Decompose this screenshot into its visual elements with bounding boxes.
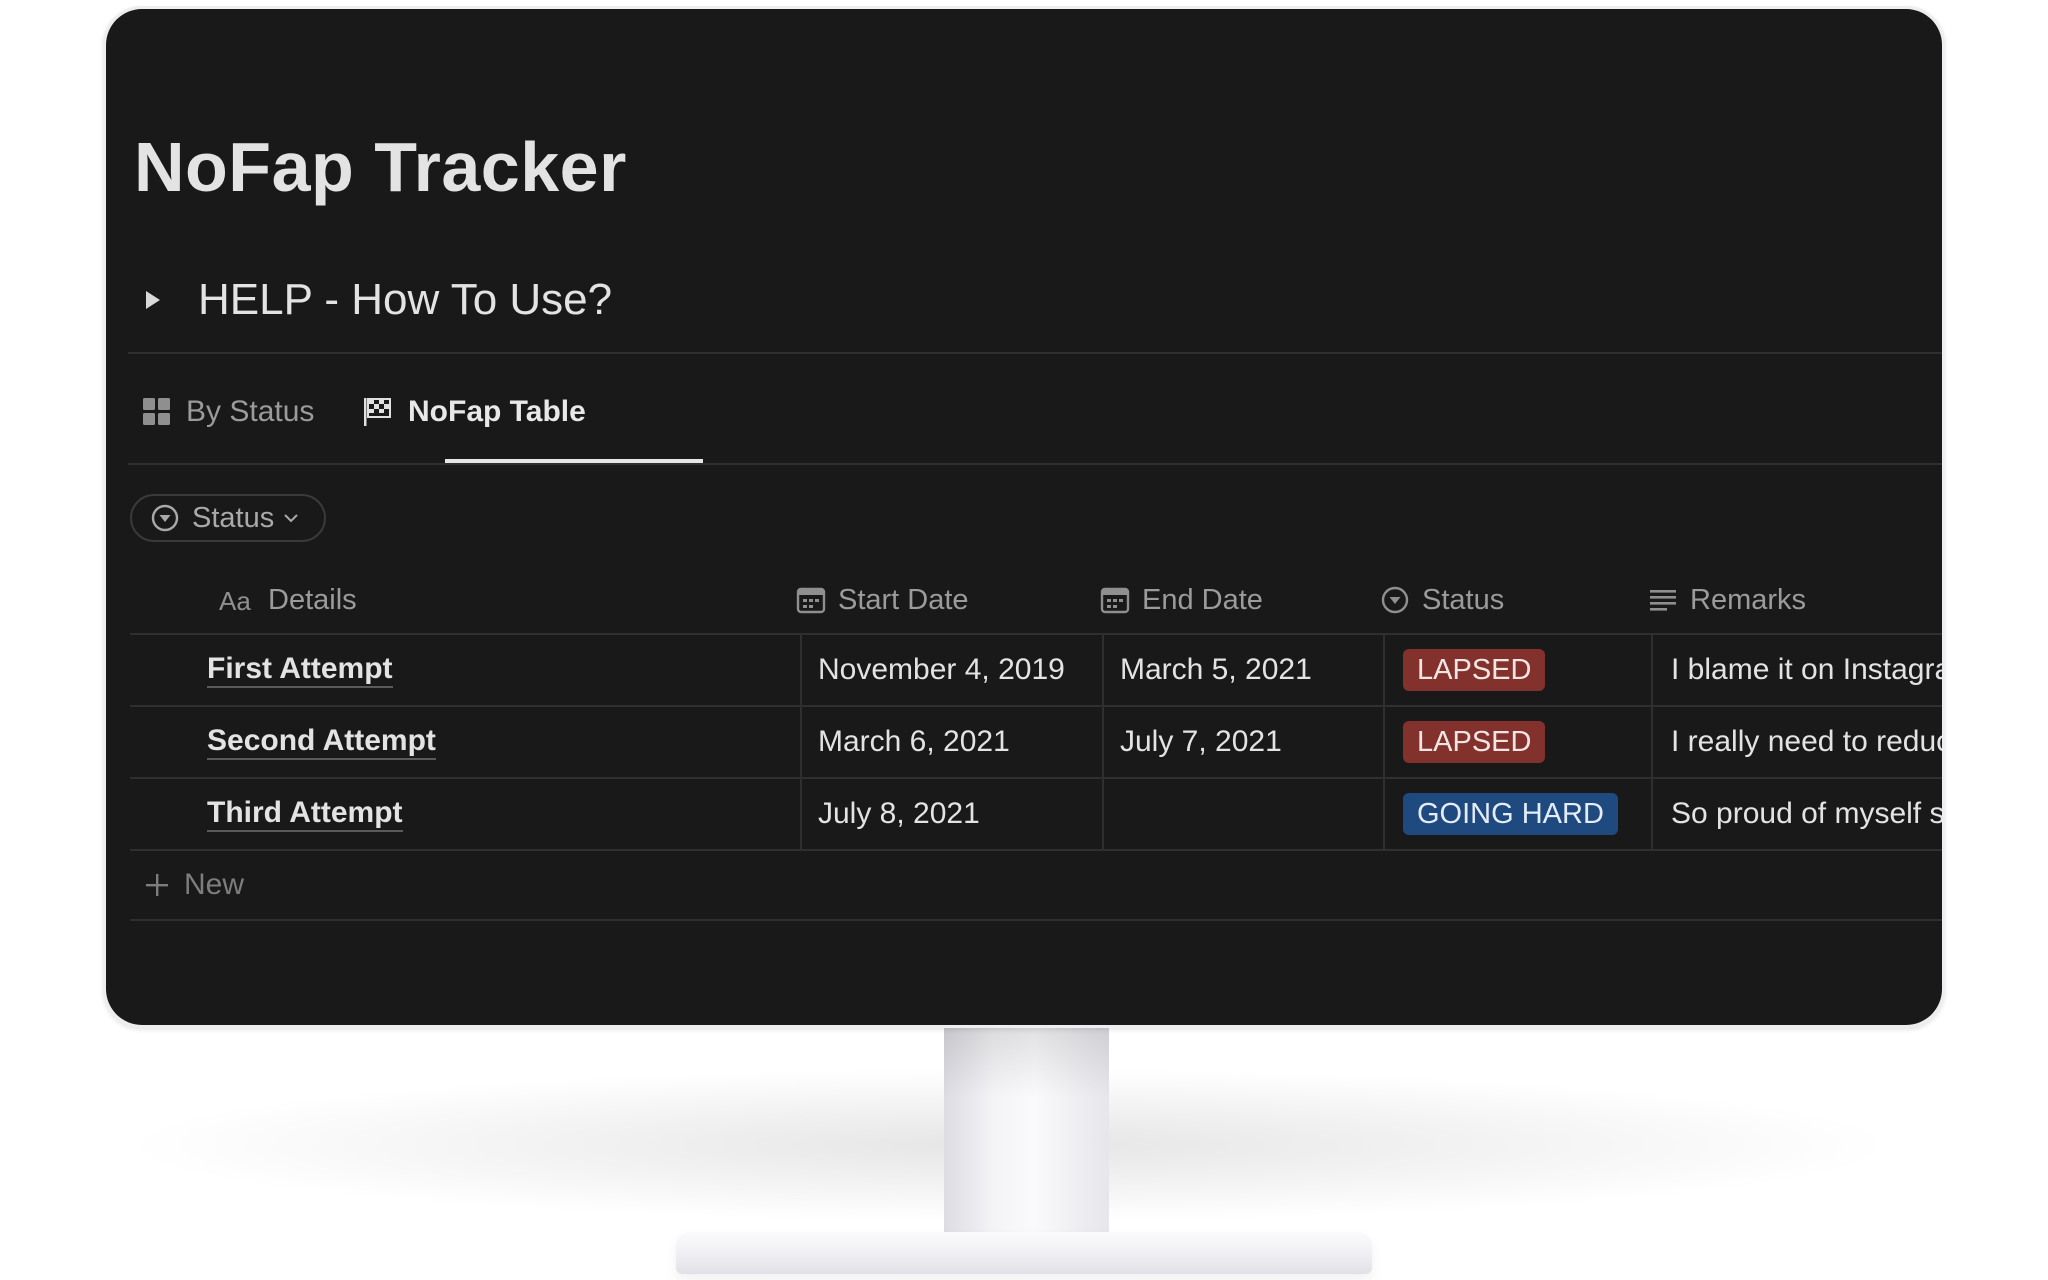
tab-nofap-table[interactable]: NoFap Table	[362, 395, 586, 429]
status-circle-icon	[150, 503, 180, 533]
table-header: Aa Details Start Date End Date Status Re…	[130, 567, 1942, 635]
monitor-stand-shade	[944, 1028, 1109, 1098]
column-header-end-date[interactable]: End Date	[1100, 567, 1263, 633]
cell-end-date[interactable]: July 7, 2021	[1102, 707, 1383, 777]
chevron-down-icon	[282, 512, 300, 524]
column-header-status[interactable]: Status	[1380, 567, 1504, 633]
cell-details[interactable]: Second Attempt	[130, 707, 800, 777]
column-header-label: End Date	[1142, 583, 1263, 616]
table-row[interactable]: Second Attempt March 6, 2021 July 7, 202…	[130, 707, 1942, 779]
monitor-stand-base	[676, 1232, 1372, 1274]
cell-start-date[interactable]: November 4, 2019	[800, 635, 1102, 705]
tab-nofap-table-label: NoFap Table	[408, 395, 586, 428]
status-badge: LAPSED	[1403, 649, 1546, 691]
page-title: NoFap Tracker	[134, 128, 627, 206]
cell-status[interactable]: GOING HARD	[1383, 779, 1651, 849]
help-toggle-label: HELP - How To Use?	[198, 275, 613, 324]
status-badge: LAPSED	[1403, 721, 1546, 763]
lines-icon	[1648, 585, 1678, 615]
divider	[128, 463, 1942, 465]
board-grid-icon	[142, 397, 172, 427]
new-row-button[interactable]: New	[130, 851, 1942, 921]
table-row[interactable]: First Attempt November 4, 2019 March 5, …	[130, 635, 1942, 707]
help-toggle[interactable]: HELP - How To Use?	[146, 275, 612, 325]
cell-remarks[interactable]: So proud of myself still	[1651, 779, 1942, 849]
status-badge: GOING HARD	[1403, 793, 1618, 835]
column-header-label: Remarks	[1690, 583, 1807, 616]
tab-by-status-label: By Status	[186, 395, 315, 428]
plus-icon	[144, 872, 170, 898]
cell-start-date[interactable]: March 6, 2021	[800, 707, 1102, 777]
row-title[interactable]: Second Attempt	[207, 724, 436, 761]
column-header-start-date[interactable]: Start Date	[796, 567, 969, 633]
calendar-icon	[796, 585, 826, 615]
toggle-arrow-icon[interactable]	[146, 291, 160, 309]
text-aa-icon: Aa	[218, 585, 256, 615]
monitor-frame: NoFap Tracker HELP - How To Use? By Stat…	[103, 6, 1945, 1028]
column-header-details[interactable]: Aa Details	[218, 567, 357, 633]
notion-page: NoFap Tracker HELP - How To Use? By Stat…	[106, 9, 1942, 1025]
cell-start-date[interactable]: July 8, 2021	[800, 779, 1102, 849]
status-circle-icon	[1380, 585, 1410, 615]
cell-details[interactable]: First Attempt	[130, 635, 800, 705]
status-filter-label: Status	[192, 501, 275, 534]
row-title[interactable]: Third Attempt	[207, 796, 403, 833]
tab-by-status[interactable]: By Status	[142, 395, 314, 429]
svg-text:Aa: Aa	[219, 586, 251, 615]
cell-status[interactable]: LAPSED	[1383, 707, 1651, 777]
column-header-label: Details	[268, 583, 357, 616]
stage: NoFap Tracker HELP - How To Use? By Stat…	[0, 0, 2048, 1280]
cell-remarks[interactable]: I really need to reduce	[1651, 707, 1942, 777]
column-header-label: Status	[1422, 583, 1505, 616]
cell-details[interactable]: Third Attempt	[130, 779, 800, 849]
cell-end-date[interactable]: March 5, 2021	[1102, 635, 1383, 705]
divider	[128, 352, 1942, 354]
column-header-label: Start Date	[838, 583, 969, 616]
checkered-flag-icon	[362, 396, 394, 428]
row-title[interactable]: First Attempt	[207, 652, 393, 689]
status-filter-chip[interactable]: Status	[130, 494, 326, 542]
cell-status[interactable]: LAPSED	[1383, 635, 1651, 705]
cell-remarks[interactable]: I blame it on Instagram	[1651, 635, 1942, 705]
new-row-label: New	[184, 868, 245, 901]
cell-end-date[interactable]	[1102, 779, 1383, 849]
nofap-table: Aa Details Start Date End Date Status Re…	[130, 567, 1942, 921]
calendar-icon	[1100, 585, 1130, 615]
table-row[interactable]: Third Attempt July 8, 2021 GOING HARD So…	[130, 779, 1942, 851]
column-header-remarks[interactable]: Remarks	[1648, 567, 1806, 633]
